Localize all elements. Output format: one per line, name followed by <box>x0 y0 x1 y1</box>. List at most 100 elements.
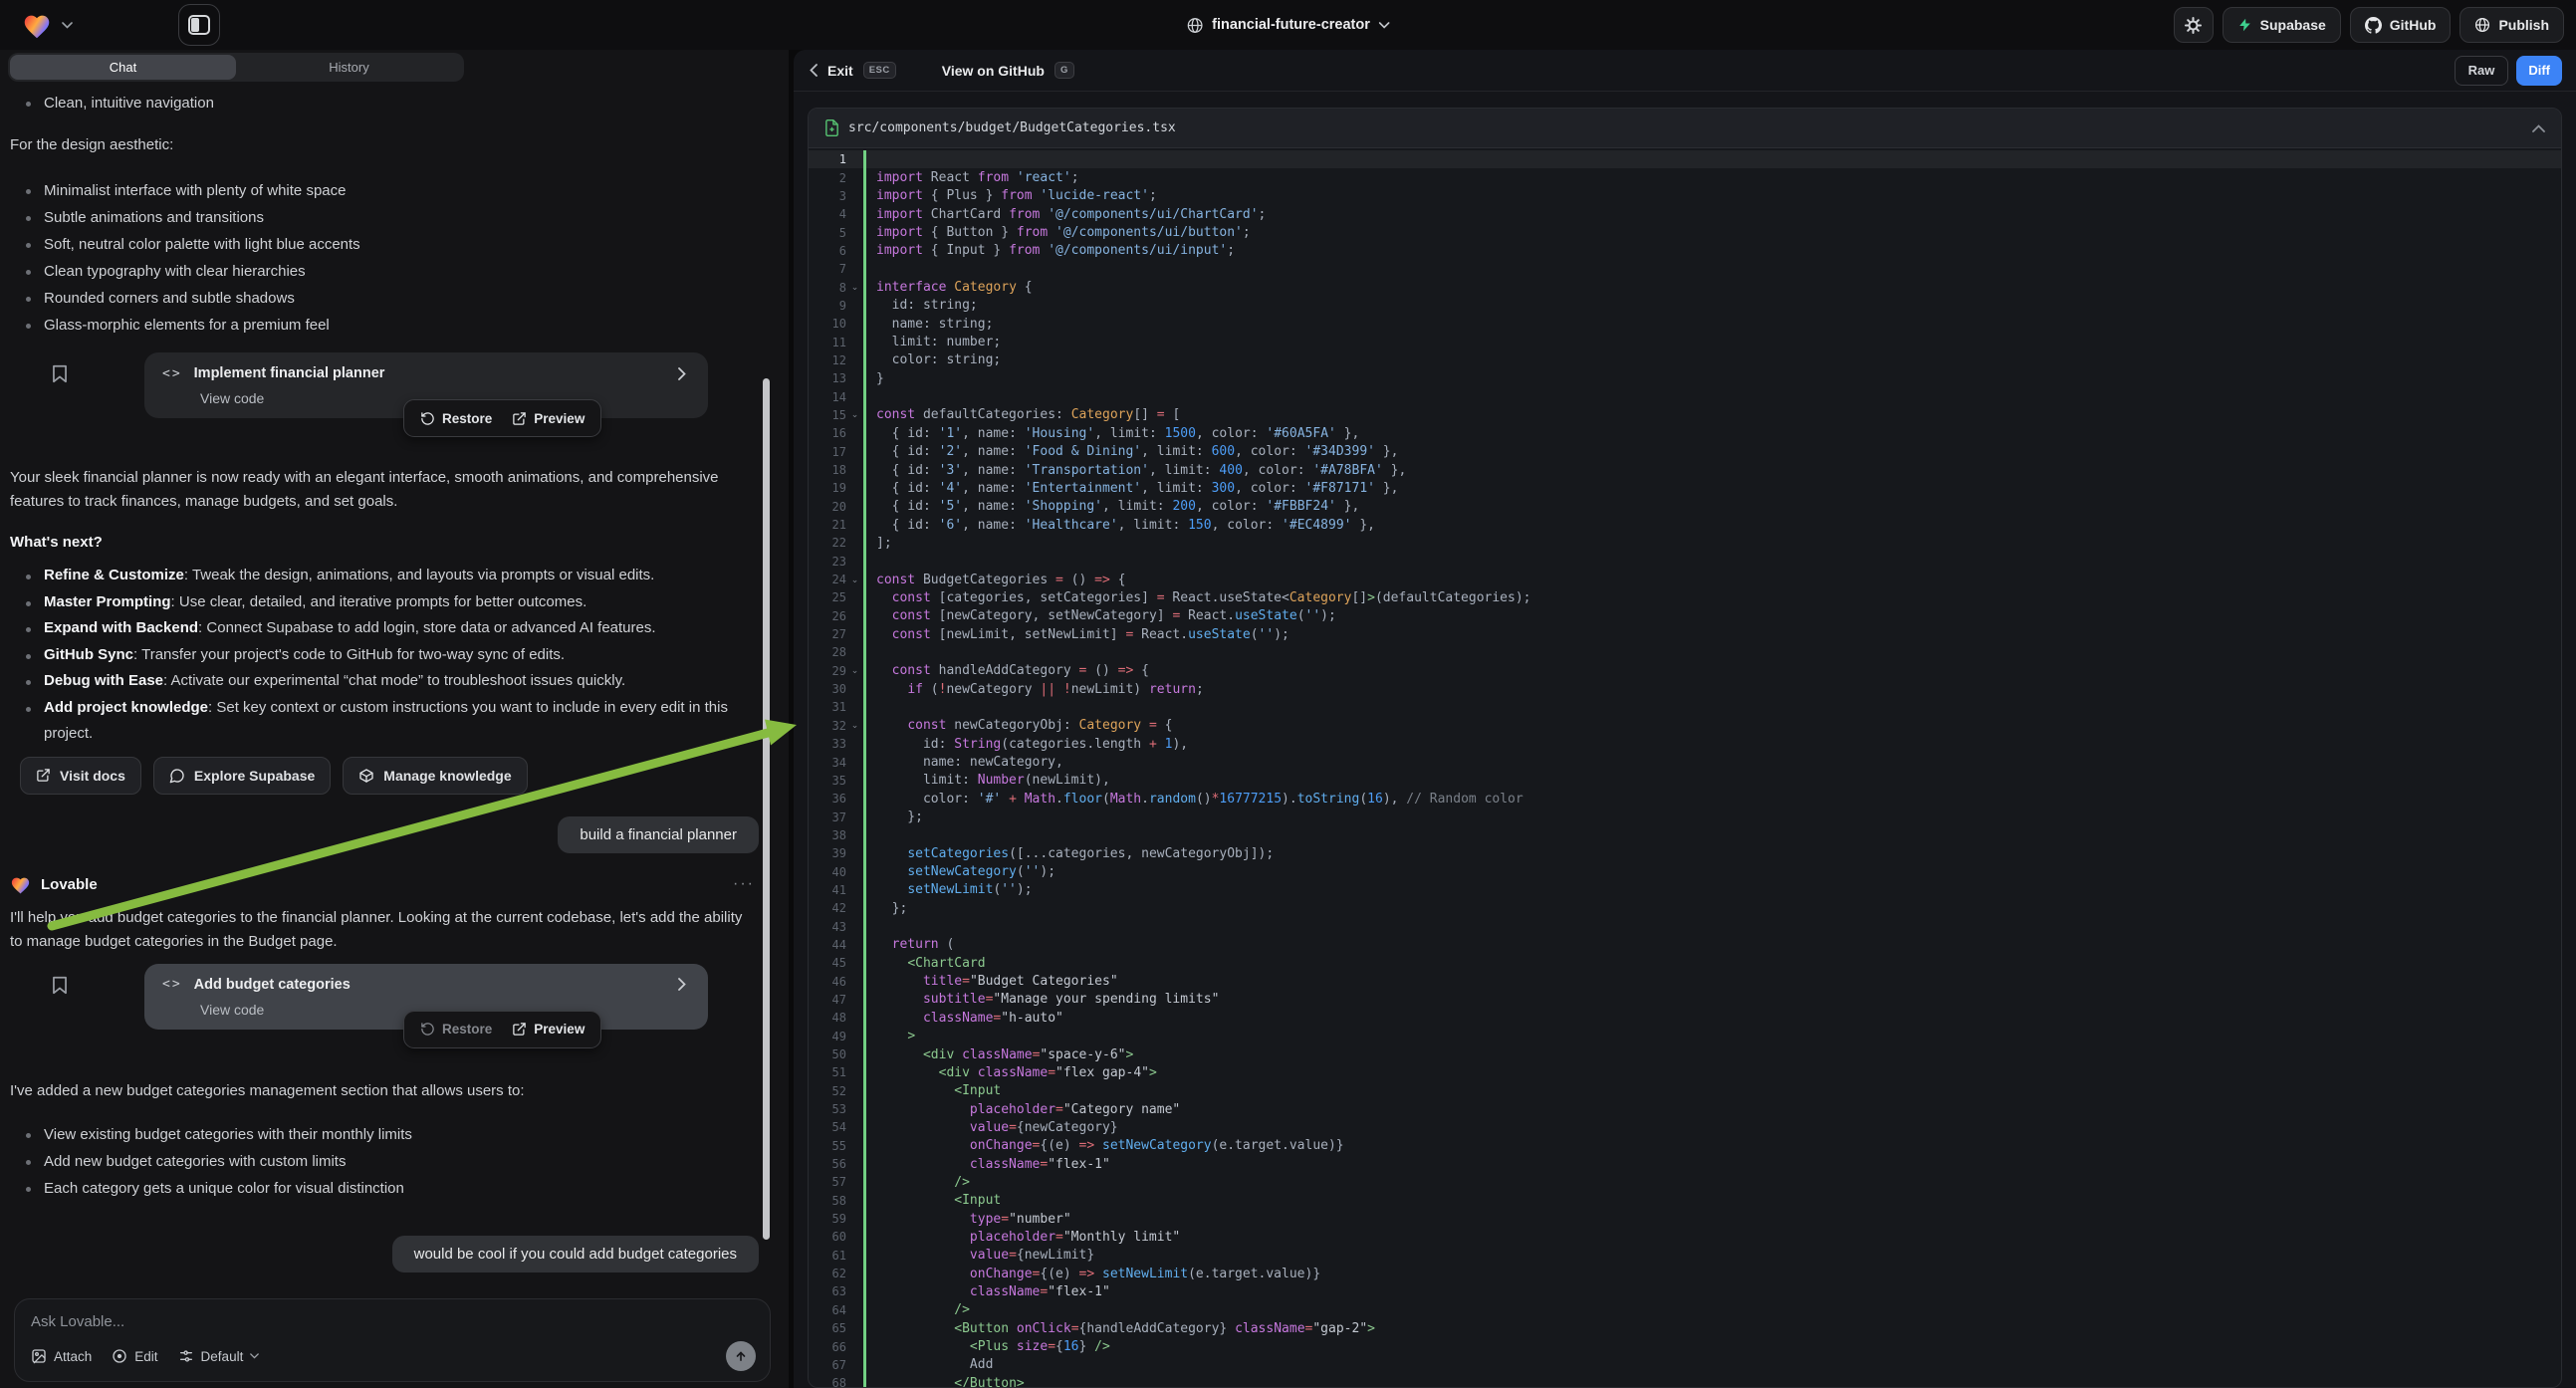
diff-added-gutter <box>863 1155 866 1173</box>
esc-key-badge: ESC <box>863 62 896 79</box>
line-number: 43 <box>809 920 846 934</box>
chat-scrollbar-thumb[interactable] <box>763 378 770 1240</box>
bullet-dot-icon <box>26 324 31 329</box>
fold-chevron-icon[interactable]: ⌄ <box>846 575 863 585</box>
fold-chevron-icon[interactable]: ⌄ <box>846 665 863 676</box>
attach-button[interactable]: Attach <box>31 1348 92 1364</box>
diff-added-gutter <box>863 826 866 844</box>
code-editor[interactable]: 12import React from 'react';3import { Pl… <box>809 148 2561 1387</box>
code-line: 29⌄ const handleAddCategory = () => { <box>809 662 2561 680</box>
line-number: 12 <box>809 353 846 367</box>
edit-mode-button[interactable]: Edit <box>112 1348 157 1364</box>
diff-added-gutter <box>863 534 866 552</box>
diff-added-gutter <box>863 424 866 442</box>
list-item: Master Prompting: Use clear, detailed, a… <box>10 589 759 616</box>
diff-added-gutter <box>863 936 866 954</box>
chevron-up-icon[interactable] <box>2532 124 2545 132</box>
diff-added-gutter <box>863 187 866 205</box>
exit-button[interactable]: Exit <box>827 63 853 79</box>
line-number: 55 <box>809 1139 846 1153</box>
code-line: 31 <box>809 698 2561 716</box>
code-line: 13} <box>809 369 2561 387</box>
publish-button[interactable]: Publish <box>2459 7 2564 43</box>
box-icon <box>358 768 374 784</box>
diff-added-gutter <box>863 772 866 790</box>
line-number: 22 <box>809 536 846 550</box>
bullet-dot-icon <box>26 1160 31 1165</box>
diff-added-gutter <box>863 1337 866 1355</box>
fold-chevron-icon[interactable]: ⌄ <box>846 720 863 731</box>
composer[interactable]: Ask Lovable... Attach Edit <box>14 1298 771 1382</box>
chevron-down-icon[interactable] <box>1379 22 1390 29</box>
diff-added-gutter <box>863 881 866 899</box>
version-card[interactable]: <> Add budget categories View code Resto… <box>144 964 708 1030</box>
chat-heading: What's next? <box>10 534 759 551</box>
model-default-dropdown[interactable]: Default <box>178 1348 260 1364</box>
line-number: 15 <box>809 408 846 422</box>
diff-added-gutter <box>863 205 866 223</box>
action-button-visit-docs[interactable]: Visit docs <box>20 757 141 795</box>
line-number: 64 <box>809 1303 846 1317</box>
line-number: 44 <box>809 938 846 952</box>
diff-added-gutter <box>863 387 866 405</box>
composer-input[interactable]: Ask Lovable... <box>31 1313 754 1330</box>
chevron-right-icon[interactable] <box>678 367 686 380</box>
bullet-dot-icon <box>26 1187 31 1192</box>
code-line: 65 <Button onClick={handleAddCategory} c… <box>809 1319 2561 1337</box>
line-number: 2 <box>809 171 846 185</box>
diff-added-gutter <box>863 351 866 369</box>
project-name[interactable]: financial-future-creator <box>1212 17 1370 33</box>
chat-paragraph: I've added a new budget categories manag… <box>10 1079 759 1103</box>
toggle-sidebar-button[interactable] <box>178 4 220 46</box>
action-button-manage-knowledge[interactable]: Manage knowledge <box>343 757 527 795</box>
chevron-left-icon[interactable] <box>810 64 818 77</box>
list-item: Subtle animations and transitions <box>10 204 759 231</box>
restore-button[interactable]: Restore <box>412 1022 500 1037</box>
settings-button[interactable] <box>2174 7 2214 43</box>
file-card: src/components/budget/BudgetCategories.t… <box>808 108 2562 1388</box>
line-number: 52 <box>809 1084 846 1098</box>
github-button[interactable]: GitHub <box>2350 7 2452 43</box>
diff-added-gutter <box>863 1228 866 1246</box>
view-on-github-button[interactable]: View on GitHub <box>942 63 1045 79</box>
message-menu-ellipsis[interactable]: ··· <box>733 875 759 893</box>
preview-button[interactable]: Preview <box>504 411 592 426</box>
diff-added-gutter <box>863 150 866 168</box>
github-icon <box>2365 17 2382 34</box>
code-line: 2import React from 'react'; <box>809 168 2561 186</box>
bookmark-icon[interactable] <box>52 364 68 383</box>
file-card-header[interactable]: src/components/budget/BudgetCategories.t… <box>809 109 2561 148</box>
action-button-explore-supabase[interactable]: Explore Supabase <box>153 757 331 795</box>
diff-added-gutter <box>863 607 866 625</box>
line-number: 30 <box>809 682 846 696</box>
diff-added-gutter <box>863 1173 866 1191</box>
fold-chevron-icon[interactable]: ⌄ <box>846 282 863 293</box>
raw-toggle-button[interactable]: Raw <box>2455 56 2509 86</box>
line-number: 6 <box>809 244 846 258</box>
line-number: 32 <box>809 719 846 733</box>
chevron-right-icon[interactable] <box>678 978 686 991</box>
code-line: 66 <Plus size={16} /> <box>809 1337 2561 1355</box>
line-number: 50 <box>809 1047 846 1061</box>
chevron-down-icon[interactable] <box>62 22 73 29</box>
code-line: 9 id: string; <box>809 297 2561 315</box>
code-line: 7 <box>809 260 2561 278</box>
supabase-button[interactable]: Supabase <box>2223 7 2341 43</box>
code-line: 54 value={newCategory} <box>809 1118 2561 1136</box>
code-line: 28 <box>809 643 2561 661</box>
diff-added-gutter <box>863 1118 866 1136</box>
tab-chat[interactable]: Chat <box>10 55 236 80</box>
code-line: 38 <box>809 826 2561 844</box>
version-card[interactable]: <> Implement financial planner View code… <box>144 352 708 418</box>
chat-paragraph: For the design aesthetic: <box>10 133 759 157</box>
preview-button[interactable]: Preview <box>504 1022 592 1037</box>
bookmark-icon[interactable] <box>52 976 68 995</box>
lovable-logo-heart-icon[interactable] <box>22 12 52 39</box>
send-button[interactable] <box>726 1341 756 1371</box>
restore-button[interactable]: Restore <box>412 411 500 426</box>
fold-chevron-icon[interactable]: ⌄ <box>846 409 863 420</box>
tab-history[interactable]: History <box>236 55 462 80</box>
diff-toggle-button[interactable]: Diff <box>2516 56 2562 86</box>
diff-added-gutter <box>863 1247 866 1265</box>
diff-added-gutter <box>863 1028 866 1045</box>
